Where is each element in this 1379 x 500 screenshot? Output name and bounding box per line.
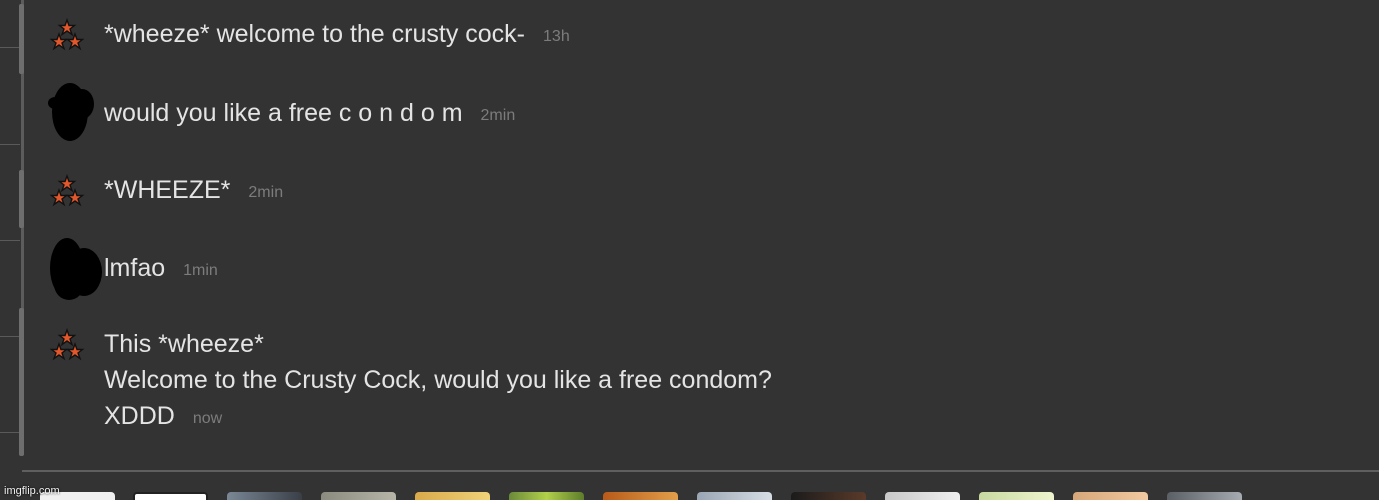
message-text: would you like a free c o n d o m 2min xyxy=(104,95,1359,134)
message-text: lmfao 1min xyxy=(104,250,1359,289)
sticker-thumbnail[interactable] xyxy=(321,492,396,500)
sticker-thumbnail[interactable] xyxy=(885,492,960,500)
redacted-avatar xyxy=(48,238,102,302)
message-line: XDDD xyxy=(104,402,175,430)
message-timestamp: 2min xyxy=(480,107,516,124)
chat-screenshot: *wheeze* welcome to the crusty cock- 13h … xyxy=(0,0,1379,500)
message-list: *wheeze* welcome to the crusty cock- 13h … xyxy=(0,0,1379,470)
sticker-thumbnail[interactable] xyxy=(133,492,208,500)
three-stars-icon xyxy=(49,173,85,207)
message-text: This *wheeze* Welcome to the Crusty Cock… xyxy=(104,326,1359,437)
sticker-thumbnail[interactable] xyxy=(509,492,584,500)
message-timestamp: 13h xyxy=(543,28,570,45)
sticker-thumbnail[interactable] xyxy=(1167,492,1242,500)
three-stars-icon xyxy=(49,327,85,361)
composer-divider xyxy=(22,470,1379,472)
sticker-thumbnail[interactable] xyxy=(1073,492,1148,500)
message-text: *WHEEZE* 2min xyxy=(104,172,1359,211)
sticker-thumbnail[interactable] xyxy=(697,492,772,500)
message-line: Welcome to the Crusty Cock, would you li… xyxy=(104,366,772,394)
sticker-thumbnail[interactable] xyxy=(415,492,490,500)
message-text: *wheeze* welcome to the crusty cock- 13h xyxy=(104,16,1359,55)
three-stars-icon xyxy=(49,17,85,51)
message-line: would you like a free c o n d o m xyxy=(104,99,463,127)
sticker-thumbnail[interactable] xyxy=(791,492,866,500)
message-line: *wheeze* welcome to the crusty cock- xyxy=(104,20,526,48)
sticker-tray xyxy=(0,478,1379,500)
redacted-avatar xyxy=(48,81,94,145)
message-line: This *wheeze* xyxy=(104,330,264,358)
sticker-thumbnail[interactable] xyxy=(979,492,1054,500)
sticker-thumbnail[interactable] xyxy=(603,492,678,500)
message-timestamp: 2min xyxy=(248,184,284,201)
message-line: *WHEEZE* xyxy=(104,176,231,204)
message-timestamp: 1min xyxy=(183,262,218,279)
message-timestamp: now xyxy=(192,410,223,427)
sticker-thumbnail[interactable] xyxy=(227,492,302,500)
watermark: imgflip.com xyxy=(4,485,60,497)
message-line: lmfao xyxy=(104,254,166,282)
